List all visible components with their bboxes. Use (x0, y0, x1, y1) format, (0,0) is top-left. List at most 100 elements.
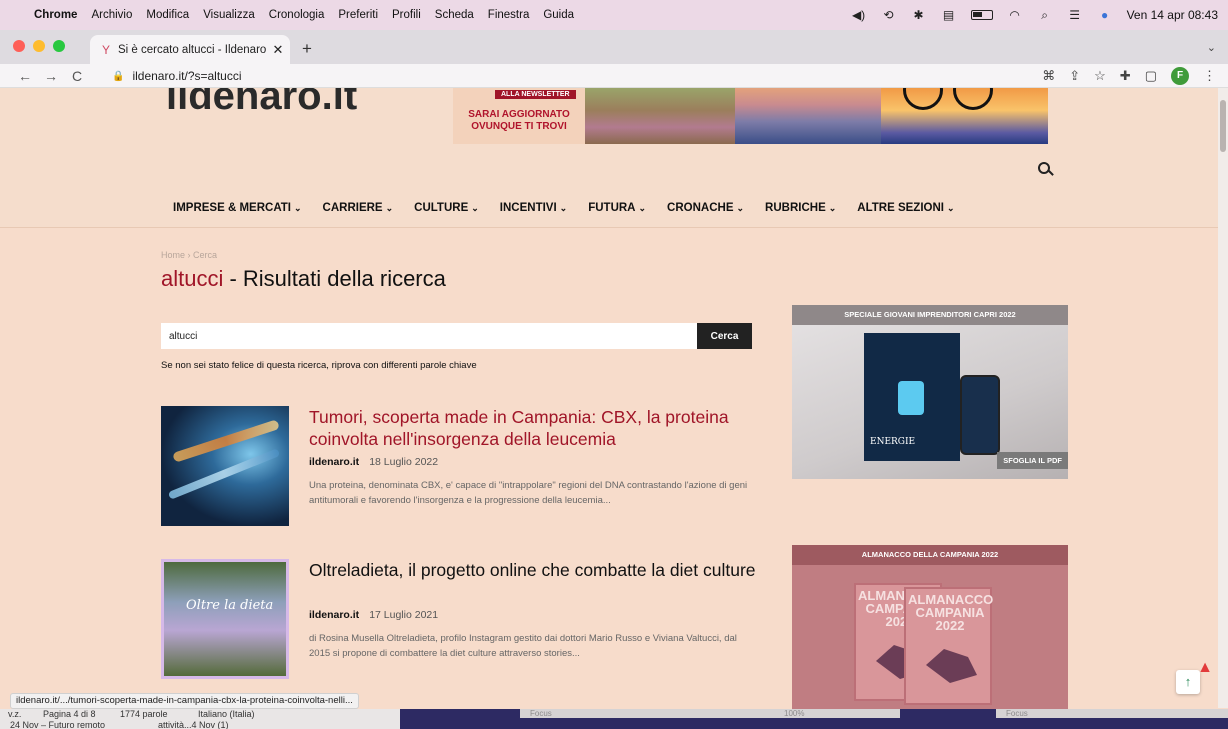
zoom-window-button[interactable] (53, 40, 65, 52)
title-suffix: - Risultati della ricerca (223, 266, 446, 291)
scrollbar-thumb[interactable] (1220, 100, 1226, 152)
close-window-button[interactable] (13, 40, 25, 52)
word-page-count: Pagina 4 di 8 (43, 709, 96, 719)
menu-item-archivio[interactable]: Archivio (91, 9, 132, 21)
menu-item-modifica[interactable]: Modifica (146, 9, 189, 21)
tab-title: Si è cercato altucci - Ildenaro.i (118, 43, 266, 56)
share-icon[interactable]: ⇪ (1069, 68, 1080, 84)
side-panel-icon[interactable]: ▢ (1145, 68, 1157, 84)
bookmark-star-icon[interactable]: ☆ (1094, 68, 1106, 84)
lock-icon[interactable]: 🔒 (112, 71, 124, 82)
search-input[interactable] (161, 323, 697, 349)
focus-label[interactable]: Focus (1006, 709, 1028, 718)
zoom-level[interactable]: 100% (784, 709, 804, 718)
site-logo-text: ildenaro.it (166, 88, 358, 118)
bike-wheel (903, 88, 943, 110)
banner-text-block: ALLA NEWSLETTER SARAI AGGIORNATO OVUNQUE… (453, 88, 585, 144)
reload-button[interactable]: C (66, 68, 88, 84)
nav-item-carriere[interactable]: CARRIERE ⌄ (323, 202, 394, 214)
translate-icon[interactable]: ⌘ (1042, 68, 1055, 84)
control-center-icon[interactable]: ☰ (1067, 8, 1083, 22)
nav-item-cronache[interactable]: CRONACHE ⌄ (667, 202, 744, 214)
clock[interactable]: Ven 14 apr 08:43 (1127, 8, 1218, 22)
url-field[interactable]: 🔒 ildenaro.it/?s=altucci (100, 65, 1100, 87)
article-date: 17 Luglio 2021 (369, 609, 439, 621)
chevron-down-icon: ⌄ (471, 203, 479, 213)
keyboard-icon[interactable]: ▤ (941, 8, 957, 22)
menu-item-profili[interactable]: Profili (392, 9, 421, 21)
chevron-down-icon: ⌄ (385, 203, 394, 213)
siri-icon[interactable]: ● (1097, 8, 1113, 22)
word-doc-text: attività...4 Nov (1) (158, 720, 229, 729)
nav-item-futura[interactable]: FUTURA ⌄ (588, 202, 646, 214)
bike-wheel (953, 88, 993, 110)
article-author[interactable]: ildenaro.it (309, 609, 359, 621)
word-status-bar: v.z. Pagina 4 di 8 1774 parole Italiano … (0, 709, 400, 729)
menu-item-cronologia[interactable]: Cronologia (269, 9, 325, 21)
active-tab[interactable]: Y Si è cercato altucci - Ildenaro.i ✕ (90, 35, 290, 64)
menu-item-guida[interactable]: Guida (543, 9, 574, 21)
word-language: Italiano (Italia) (198, 709, 255, 719)
chevron-down-icon: ⌄ (559, 203, 568, 213)
site-logo[interactable]: ildenaro.it (166, 88, 357, 119)
profile-avatar[interactable]: F (1171, 67, 1189, 85)
volume-icon[interactable]: ◀) (851, 8, 867, 22)
menu-item-visualizza[interactable]: Visualizza (203, 9, 255, 21)
almanacco-cover: ALMANACCO CAMPANIA 2022 (904, 587, 993, 705)
article-thumbnail[interactable]: Oltre la dieta (161, 559, 289, 679)
nav-item-imprese[interactable]: IMPRESE & MERCATI ⌄ (173, 202, 302, 214)
battery-icon[interactable] (970, 10, 993, 20)
ad-header: ALMANACCO DELLA CAMPANIA 2022 (792, 545, 1068, 565)
article-excerpt: Una proteina, denominata CBX, e' capace … (309, 480, 748, 506)
chevron-down-icon: ⌄ (638, 203, 647, 213)
back-button[interactable]: ← (14, 68, 36, 84)
banner-line-2: OVUNQUE TI TROVI (471, 121, 567, 132)
search-button[interactable]: Cerca (697, 323, 752, 349)
word-word-count: 1774 parole (120, 709, 168, 719)
tab-search-chevron-icon[interactable]: ⌄ (1207, 41, 1216, 54)
article-excerpt: di Rosina Musella Oltreladieta, profilo … (309, 633, 737, 659)
menu-app-name[interactable]: Chrome (34, 9, 77, 21)
article-result: Tumori, scoperta made in Campania: CBX, … (161, 406, 761, 528)
banner-tag: ALLA NEWSLETTER (495, 90, 576, 99)
site-search-icon[interactable] (1038, 162, 1054, 176)
menu-item-finestra[interactable]: Finestra (488, 9, 530, 21)
sidebar-ad-almanacco[interactable]: ALMANACCO DELLA CAMPANIA 2022 ALMANACCO … (792, 545, 1068, 729)
article-author[interactable]: ildenaro.it (309, 456, 359, 468)
nav-item-incentivi[interactable]: INCENTIVI ⌄ (500, 202, 567, 214)
page-scrollbar[interactable] (1218, 88, 1228, 708)
site-favicon-icon: Y (102, 42, 111, 57)
menu-status-area: ◀) ⟲ ✱ ▤ ◠ ⌕ ☰ ● Ven 14 apr 08:43 (851, 0, 1218, 30)
warning-badge-icon: ▲ (1197, 659, 1213, 676)
article-result: Oltre la dieta Oltreladieta, il progetto… (161, 559, 761, 681)
newsletter-banner[interactable]: ALLA NEWSLETTER SARAI AGGIORNATO OVUNQUE… (453, 88, 1048, 144)
article-title[interactable]: Oltreladieta, il progetto online che com… (309, 559, 759, 581)
breadcrumb[interactable]: Home › Cerca (161, 250, 217, 260)
article-thumbnail[interactable] (161, 406, 289, 526)
nav-item-culture[interactable]: CULTURE ⌄ (414, 202, 479, 214)
nav-item-rubriche[interactable]: RUBRICHE ⌄ (765, 202, 836, 214)
chevron-down-icon: ⌄ (736, 203, 745, 213)
new-tab-button[interactable]: + (302, 39, 312, 59)
bluetooth-icon[interactable]: ✱ (911, 8, 927, 22)
nav-item-altre-sezioni[interactable]: ALTRE SEZIONI ⌄ (857, 202, 954, 214)
minimize-window-button[interactable] (33, 40, 45, 52)
wifi-icon[interactable]: ◠ (1007, 8, 1023, 22)
word-view-controls: Focus 100% (520, 709, 900, 718)
focus-label[interactable]: Focus (530, 709, 552, 718)
extensions-icon[interactable]: ✚ (1120, 68, 1131, 84)
chrome-menu-icon[interactable]: ⋮ (1203, 68, 1216, 84)
forward-button[interactable]: → (40, 68, 62, 84)
sidebar-ad-capri[interactable]: SPECIALE GIOVANI IMPRENDITORI CAPRI 2022… (792, 305, 1068, 479)
banner-text: SARAI AGGIORNATO OVUNQUE TI TROVI (453, 109, 585, 133)
menu-item-preferiti[interactable]: Preferiti (338, 9, 378, 21)
spotlight-search-icon[interactable]: ⌕ (1037, 8, 1053, 23)
page-title: altucci - Risultati della ricerca (161, 266, 446, 292)
menu-item-scheda[interactable]: Scheda (435, 9, 474, 21)
time-machine-icon[interactable]: ⟲ (881, 8, 897, 22)
pdf-link[interactable]: SFOGLIA IL PDF (997, 452, 1068, 469)
tab-close-icon[interactable]: ✕ (266, 42, 290, 58)
word-doc-text: 24 Nov – Futuro remoto (10, 720, 106, 729)
tab-bar: Y Si è cercato altucci - Ildenaro.i ✕ + … (0, 30, 1228, 64)
article-title[interactable]: Tumori, scoperta made in Campania: CBX, … (309, 406, 759, 450)
